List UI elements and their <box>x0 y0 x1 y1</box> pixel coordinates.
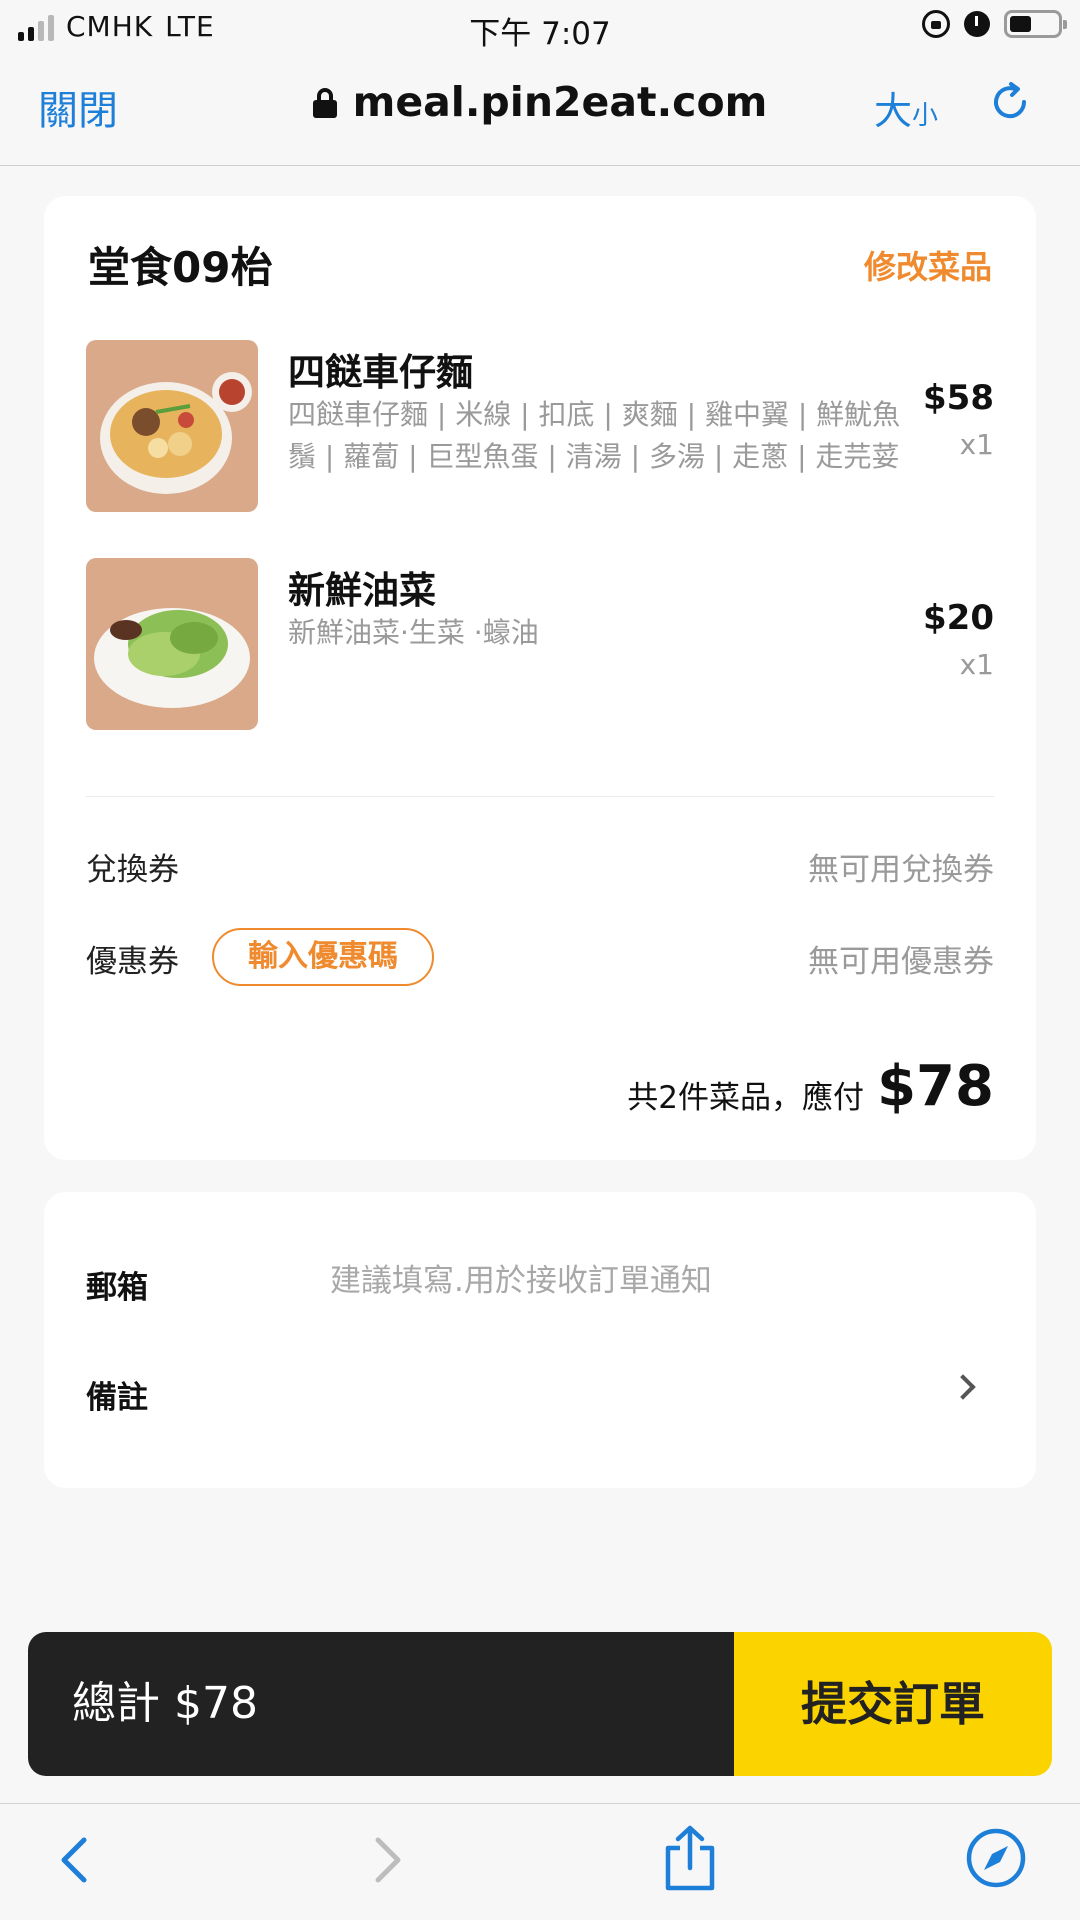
battery-level <box>1010 16 1031 32</box>
share-icon[interactable] <box>658 1824 722 1892</box>
contact-info-card: 郵箱 備註 <box>44 1192 1036 1488</box>
order-item: 新鮮油菜 新鮮油菜·生菜 ·蠔油 $20 x1 <box>86 558 994 738</box>
back-icon[interactable] <box>46 1830 106 1890</box>
voucher-value[interactable]: 無可用兌換券 <box>808 844 994 889</box>
table-title: 堂食09枱 <box>88 243 273 292</box>
padlock-icon <box>312 88 337 118</box>
submit-order-button[interactable]: 提交訂單 <box>734 1632 1052 1776</box>
item-description: 新鮮油菜·生菜 ·蠔油 <box>288 616 539 649</box>
item-name: 四餸車仔麵 <box>288 351 473 394</box>
text-size-button[interactable]: 大小 <box>874 80 938 135</box>
email-label: 郵箱 <box>86 1270 148 1306</box>
order-card: 堂食09枱 修改菜品 四餸車仔麵 四餸車仔麵 | 米線 | 扣底 | 爽麵 | … <box>44 196 1036 1160</box>
status-time: 下午 7:07 <box>469 16 611 52</box>
order-item: 四餸車仔麵 四餸車仔麵 | 米線 | 扣底 | 爽麵 | 雞中翼 | 鮮魷魚鬚 … <box>86 340 994 520</box>
order-summary-total: $78 <box>877 1054 994 1119</box>
checkout-total: 總計 $78 <box>28 1632 734 1776</box>
item-quantity: x1 <box>959 648 994 681</box>
coupon-value[interactable]: 無可用優惠券 <box>808 936 994 981</box>
reload-icon[interactable] <box>986 78 1034 126</box>
email-field[interactable] <box>330 1256 950 1306</box>
browser-toolbar <box>0 1803 1080 1920</box>
divider <box>86 796 994 797</box>
item-name: 新鮮油菜 <box>288 569 436 612</box>
alarm-icon <box>964 11 990 37</box>
order-summary-text: 共2件菜品，應付 <box>627 1080 864 1116</box>
coupon-label: 優惠券 <box>86 944 179 980</box>
status-right <box>922 10 1067 38</box>
battery-icon <box>1004 10 1067 38</box>
compass-icon[interactable] <box>964 1826 1028 1890</box>
enter-promo-code-button[interactable]: 輸入優惠碼 <box>212 928 434 986</box>
item-quantity: x1 <box>959 428 994 461</box>
text-size-big: 大 <box>874 89 913 133</box>
url-text: meal.pin2eat.com <box>352 78 768 126</box>
item-price: $20 <box>923 598 994 638</box>
status-bar: CMHK LTE 下午 7:07 <box>0 0 1080 58</box>
edit-items-button[interactable]: 修改菜品 <box>864 242 992 288</box>
voucher-label: 兌換券 <box>86 852 179 888</box>
item-description: 四餸車仔麵 | 米線 | 扣底 | 爽麵 | 雞中翼 | 鮮魷魚鬚 | 蘿蔔 |… <box>288 398 901 473</box>
orientation-lock-icon <box>922 10 950 38</box>
item-price: $58 <box>923 378 994 418</box>
browser-header: 關閉 meal.pin2eat.com 大小 <box>0 58 1080 166</box>
vegetable-dish-image <box>86 558 258 730</box>
noodle-dish-image <box>86 340 258 512</box>
forward-icon[interactable] <box>356 1830 416 1890</box>
checkout-bar: 總計 $78 提交訂單 <box>28 1632 1052 1776</box>
text-size-small: 小 <box>912 101 939 131</box>
remarks-row[interactable] <box>44 1342 1036 1442</box>
